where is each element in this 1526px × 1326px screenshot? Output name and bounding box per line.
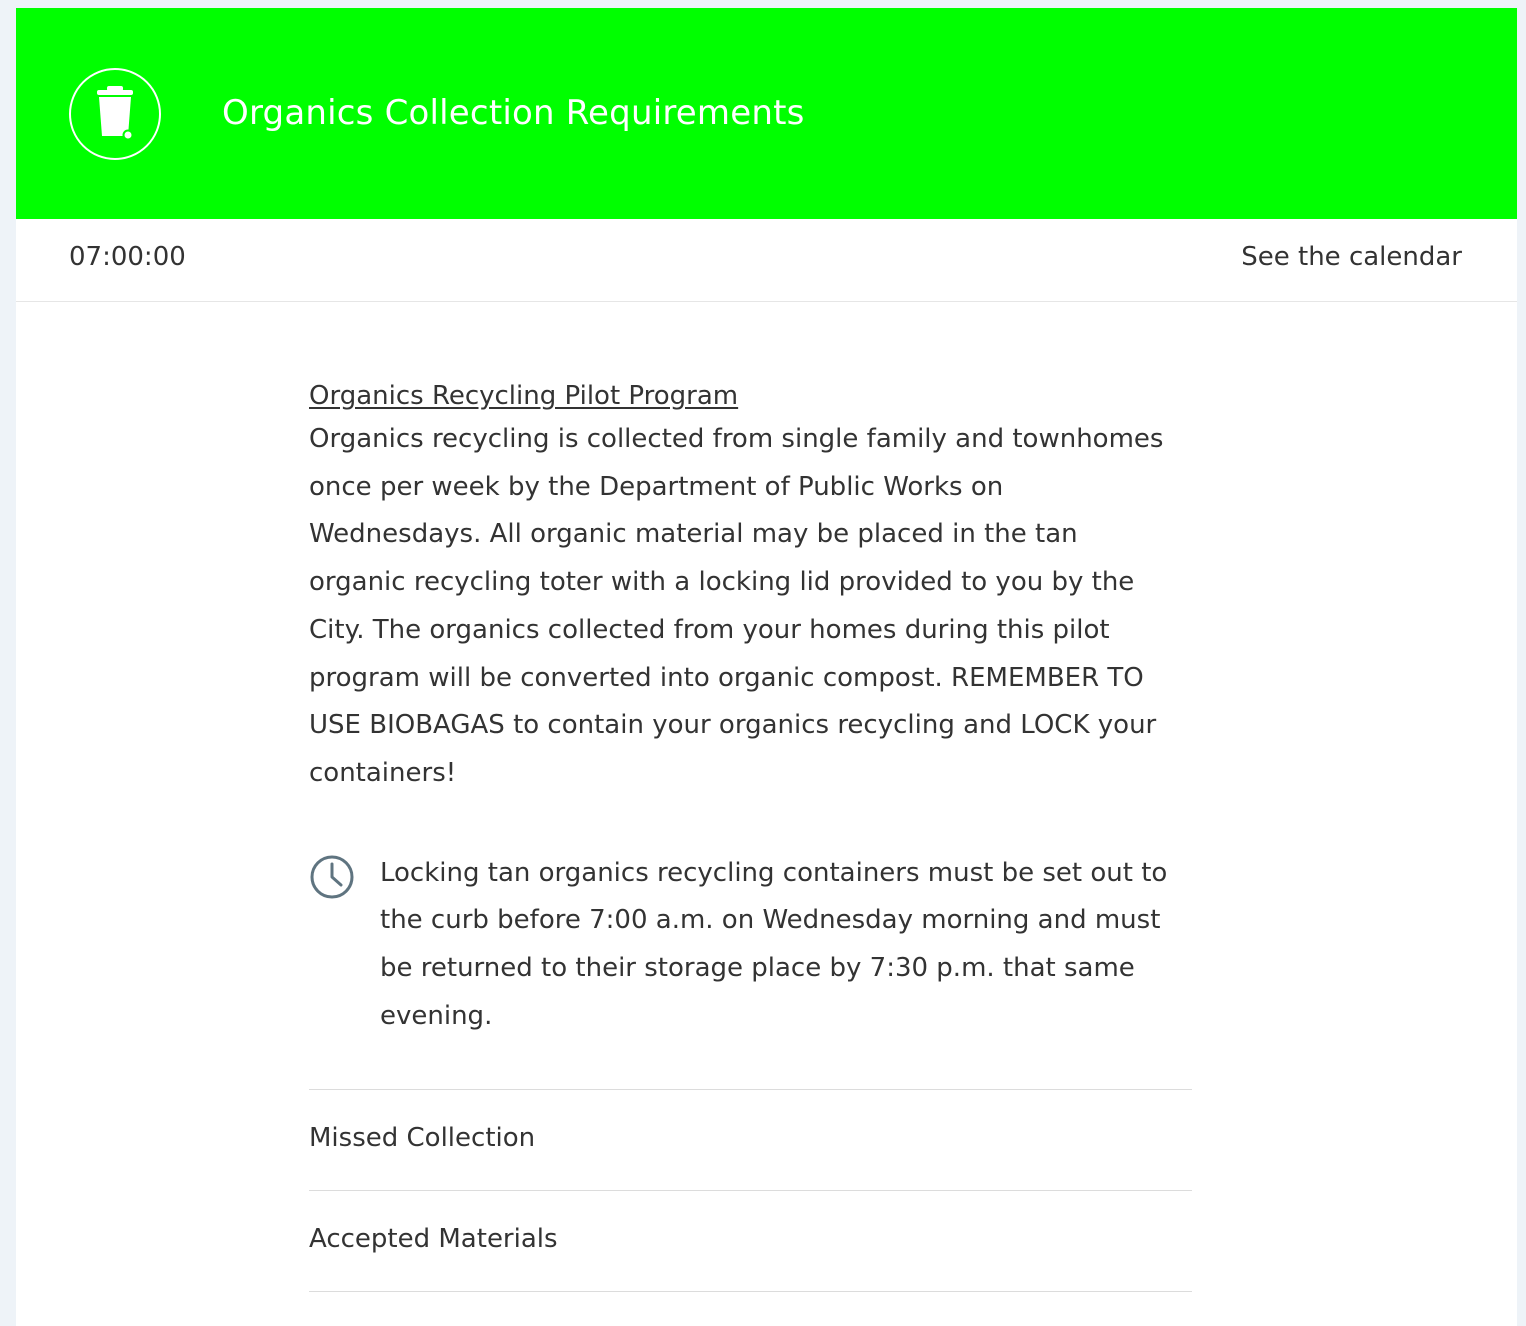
accordion-label: Missed Collection bbox=[309, 1123, 536, 1153]
notice-text: Locking tan organics recycling container… bbox=[380, 857, 1168, 1031]
missed-collection-section[interactable]: Missed Collection bbox=[309, 1089, 1192, 1190]
trash-bin-icon bbox=[69, 68, 161, 160]
see-calendar-link[interactable]: See the calendar bbox=[1241, 242, 1462, 272]
info-bar: 07:00:00 See the calendar bbox=[16, 219, 1517, 302]
page-title: Organics Collection Requirements bbox=[222, 93, 805, 133]
program-description: Organics recycling is collected from sin… bbox=[309, 424, 1164, 788]
setout-notice: Locking tan organics recycling container… bbox=[309, 850, 1193, 1050]
card-header: Organics Collection Requirements bbox=[16, 8, 1517, 219]
clock-icon bbox=[310, 855, 354, 899]
info-accordion: Missed Collection Accepted Materials bbox=[309, 1089, 1192, 1292]
program-content: Organics Recycling Pilot Program Organic… bbox=[309, 376, 1193, 1050]
accepted-materials-section[interactable]: Accepted Materials bbox=[309, 1190, 1192, 1292]
accordion-label: Accepted Materials bbox=[309, 1224, 558, 1254]
collection-time: 07:00:00 bbox=[69, 242, 186, 272]
program-title-link[interactable]: Organics Recycling Pilot Program bbox=[309, 376, 738, 416]
